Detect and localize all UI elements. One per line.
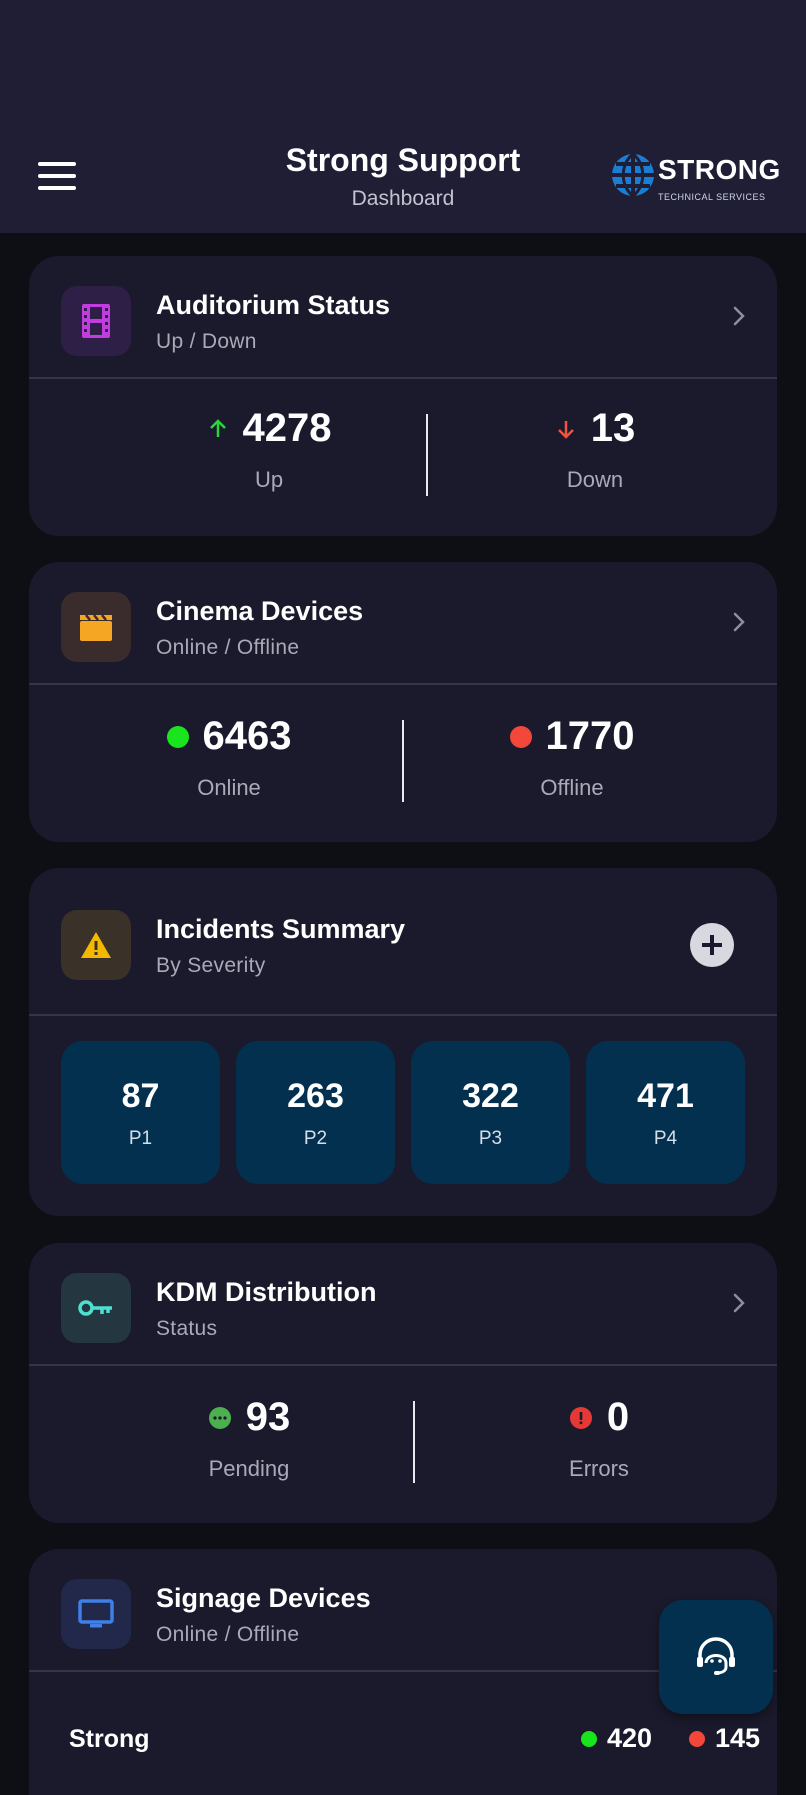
support-agent-icon bbox=[697, 1637, 735, 1675]
severity-value: 322 bbox=[462, 1077, 519, 1115]
severity-p4-tile[interactable]: 471 P4 bbox=[586, 1041, 745, 1184]
divider bbox=[29, 1364, 777, 1366]
stat-separator bbox=[413, 1401, 415, 1483]
up-stat: 4278 Up bbox=[169, 406, 369, 493]
divider bbox=[29, 1014, 777, 1016]
incidents-summary-card: Incidents Summary By Severity 87 P1 263 … bbox=[29, 868, 777, 1216]
pending-value: 93 bbox=[245, 1395, 291, 1439]
divider bbox=[29, 683, 777, 685]
cinema-devices-header[interactable]: Cinema Devices Online / Offline bbox=[29, 562, 777, 684]
card-subtitle: Status bbox=[156, 1317, 218, 1340]
chevron-right-icon bbox=[733, 1293, 745, 1313]
strong-logo: STRONG TECHNICAL SERVICES bbox=[610, 150, 780, 202]
signage-offline-value: 145 bbox=[715, 1723, 761, 1753]
incidents-icon-box bbox=[61, 910, 131, 980]
severity-value: 87 bbox=[121, 1077, 160, 1115]
offline-stat: 1770 Offline bbox=[472, 714, 672, 801]
divider bbox=[29, 377, 777, 379]
monitor-icon bbox=[78, 1599, 114, 1628]
card-title: KDM Distribution bbox=[156, 1277, 377, 1307]
severity-value: 471 bbox=[637, 1077, 694, 1115]
pending-label: Pending bbox=[208, 1456, 290, 1481]
error-icon bbox=[569, 1406, 592, 1429]
errors-value: 0 bbox=[606, 1395, 630, 1439]
severity-label: P3 bbox=[478, 1128, 503, 1149]
online-label: Online bbox=[197, 775, 261, 800]
kdm-distribution-header[interactable]: KDM Distribution Status bbox=[29, 1243, 777, 1365]
offline-dot-icon bbox=[509, 725, 532, 748]
clapperboard-icon bbox=[80, 614, 112, 641]
cinema-icon-box bbox=[61, 592, 131, 662]
errors-label: Errors bbox=[569, 1456, 629, 1481]
auditorium-status-card: Auditorium Status Up / Down 4278 Up 13 D… bbox=[29, 256, 777, 536]
severity-label: P4 bbox=[653, 1128, 678, 1149]
card-title: Cinema Devices bbox=[156, 596, 364, 626]
severity-p1-tile[interactable]: 87 P1 bbox=[61, 1041, 220, 1184]
online-stat: 6463 Online bbox=[129, 714, 329, 801]
severity-value: 263 bbox=[287, 1077, 344, 1115]
pending-dots-icon bbox=[208, 1406, 231, 1429]
warning-icon bbox=[81, 932, 111, 958]
severity-p2-tile[interactable]: 263 P2 bbox=[236, 1041, 395, 1184]
arrow-up-icon bbox=[209, 418, 226, 437]
auditorium-status-header[interactable]: Auditorium Status Up / Down bbox=[29, 256, 777, 378]
chevron-right-icon bbox=[733, 306, 745, 326]
pending-stat: 93 Pending bbox=[159, 1395, 339, 1482]
film-icon bbox=[82, 304, 110, 338]
stat-separator bbox=[426, 414, 428, 496]
incidents-summary-header: Incidents Summary By Severity bbox=[29, 868, 777, 1015]
kdm-distribution-card: KDM Distribution Status 93 Pending 0 Err… bbox=[29, 1243, 777, 1523]
app-bar: Strong Support Dashboard STRONG TECHNICA… bbox=[0, 0, 806, 233]
card-title: Signage Devices bbox=[156, 1583, 371, 1613]
logo-text: STRONG bbox=[658, 154, 781, 185]
signage-name: Strong bbox=[69, 1725, 150, 1753]
offline-label: Offline bbox=[540, 775, 604, 800]
severity-label: P2 bbox=[303, 1128, 328, 1149]
signage-online-value: 420 bbox=[607, 1723, 653, 1753]
online-dot-icon bbox=[166, 725, 189, 748]
support-fab-button[interactable] bbox=[659, 1600, 773, 1714]
auditorium-icon-box bbox=[61, 286, 131, 356]
online-value: 6463 bbox=[202, 714, 292, 758]
cinema-devices-card: Cinema Devices Online / Offline 6463 Onl… bbox=[29, 562, 777, 842]
signage-icon-box bbox=[61, 1579, 131, 1649]
card-title: Auditorium Status bbox=[156, 290, 390, 320]
logo-subtext: TECHNICAL SERVICES bbox=[658, 192, 766, 202]
add-incident-button[interactable] bbox=[690, 923, 734, 967]
kdm-icon-box bbox=[61, 1273, 131, 1343]
down-stat: 13 Down bbox=[515, 406, 675, 493]
stat-separator bbox=[402, 720, 404, 802]
down-label: Down bbox=[566, 467, 624, 492]
card-subtitle: By Severity bbox=[156, 954, 266, 977]
offline-dot-icon bbox=[689, 1730, 705, 1747]
card-subtitle: Online / Offline bbox=[156, 636, 300, 659]
key-icon bbox=[78, 1300, 112, 1316]
up-value: 4278 bbox=[242, 406, 332, 450]
up-label: Up bbox=[254, 467, 284, 492]
signage-offline: 145 bbox=[689, 1723, 760, 1754]
offline-value: 1770 bbox=[545, 714, 635, 758]
card-subtitle: Up / Down bbox=[156, 330, 257, 353]
severity-label: P1 bbox=[128, 1128, 153, 1149]
signage-online: 420 bbox=[581, 1723, 652, 1754]
online-dot-icon bbox=[581, 1730, 597, 1747]
chevron-right-icon bbox=[733, 612, 745, 632]
arrow-down-icon bbox=[557, 420, 574, 439]
globe-icon bbox=[612, 152, 654, 198]
down-value: 13 bbox=[590, 406, 636, 450]
card-title: Incidents Summary bbox=[156, 914, 406, 944]
errors-stat: 0 Errors bbox=[519, 1395, 679, 1482]
card-subtitle: Online / Offline bbox=[156, 1623, 300, 1646]
severity-p3-tile[interactable]: 322 P3 bbox=[411, 1041, 570, 1184]
plus-icon bbox=[702, 935, 722, 955]
signage-row[interactable]: Strong 420 145 bbox=[69, 1719, 760, 1759]
